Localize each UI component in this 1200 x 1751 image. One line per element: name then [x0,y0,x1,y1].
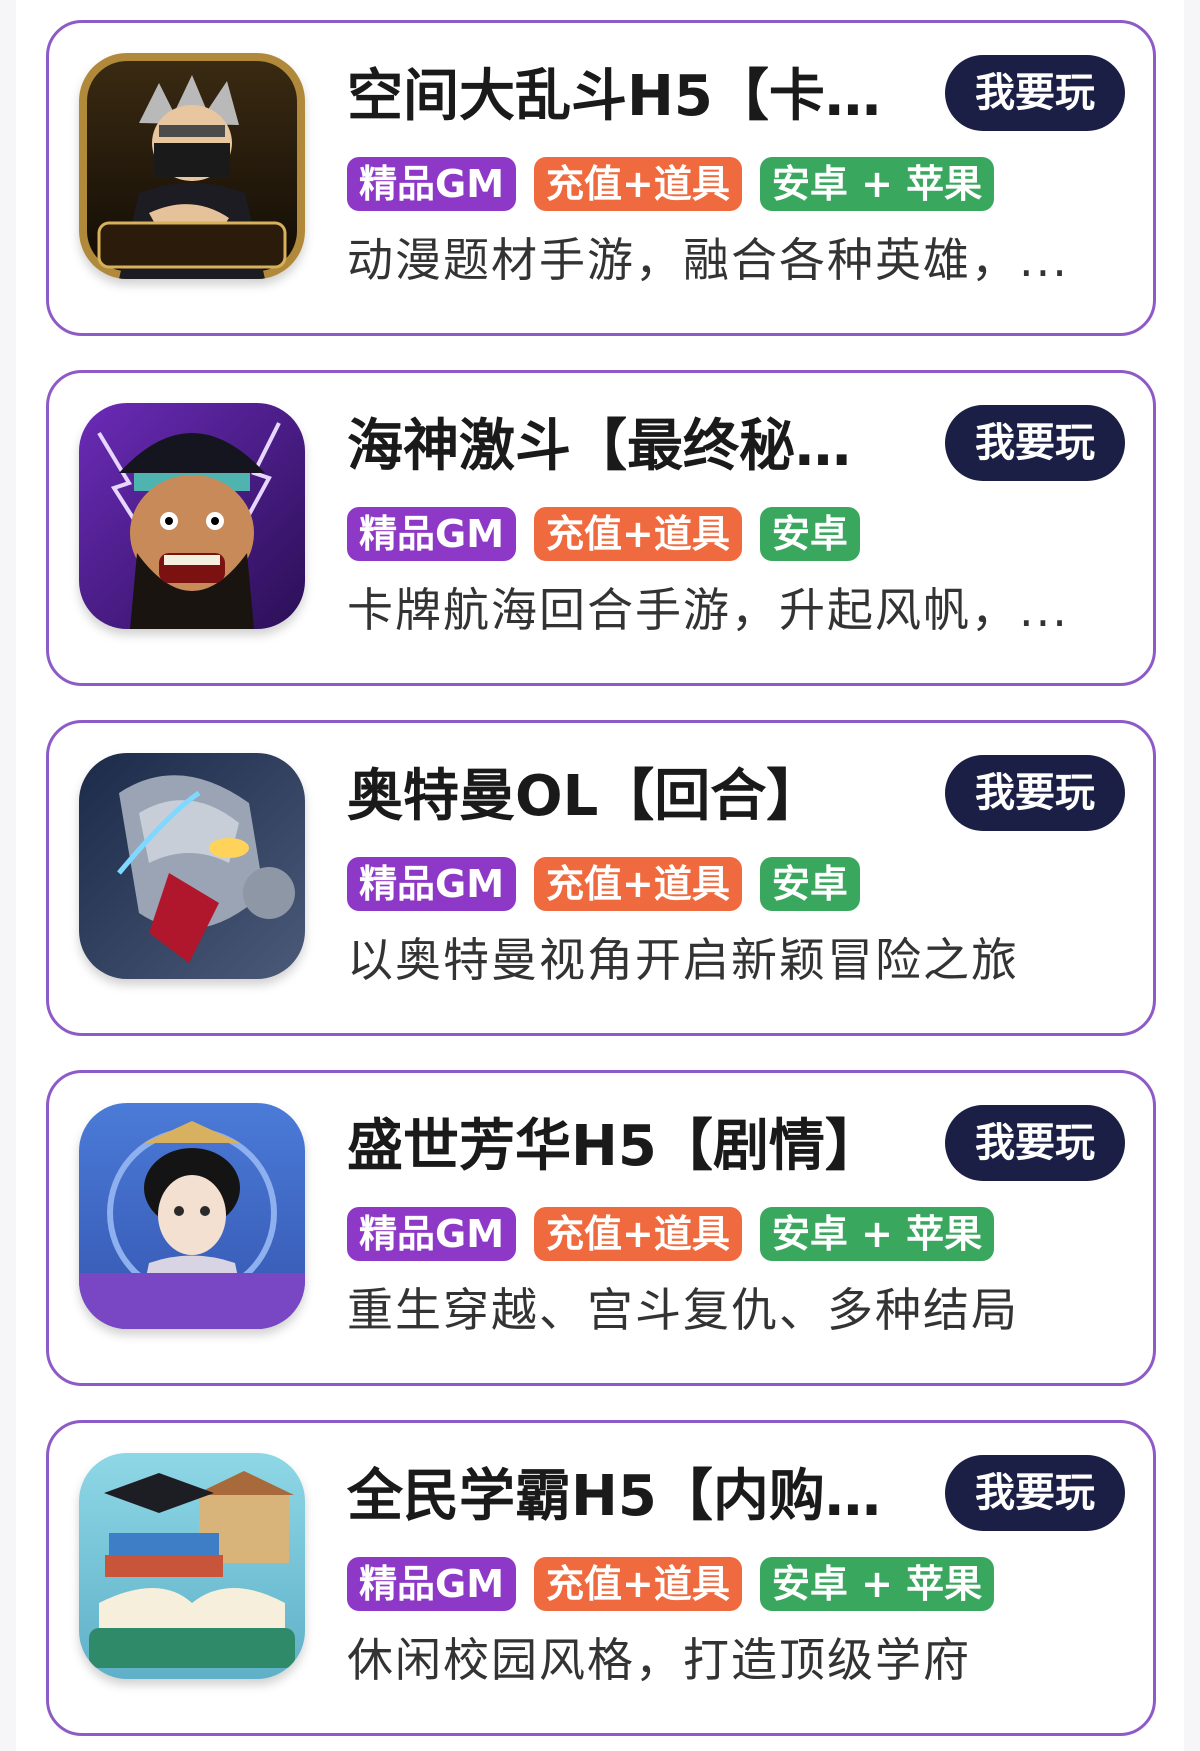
tag-gm: 精品GM [347,857,517,911]
play-button[interactable]: 我要玩 [945,1105,1125,1181]
play-button[interactable]: 我要玩 [945,1455,1125,1531]
game-title: 海神激斗【最终秘宝】 [347,414,887,479]
game-description: 休闲校园风格，打造顶级学府 [347,1633,971,1687]
play-button[interactable]: 我要玩 [945,405,1125,481]
tag-list: 精品GM 充值+道具 安卓 + 苹果 [347,157,995,211]
game-title: 空间大乱斗H5【卡... [347,64,887,129]
game-description: 以奥特曼视角开启新颖冒险之旅 [347,933,1019,987]
tag-gm: 精品GM [347,507,517,561]
palace-game-icon[interactable] [79,1103,305,1329]
game-title: 奥特曼OL【回合】 [347,764,823,829]
pirate-game-icon[interactable] [79,403,305,629]
tag-platform: 安卓 + 苹果 [759,1557,995,1611]
tag-recharge: 充值+道具 [534,157,742,211]
tag-gm: 精品GM [347,1207,517,1261]
tag-platform: 安卓 [759,857,860,911]
tag-recharge: 充值+道具 [534,1557,742,1611]
play-button[interactable]: 我要玩 [945,55,1125,131]
game-description: 重生穿越、宫斗复仇、多种结局 [347,1283,1019,1337]
tag-list: 精品GM 充值+道具 安卓 [347,507,860,561]
game-description: 卡牌航海回合手游，升起风帆，... [347,583,1069,637]
game-title: 盛世芳华H5【剧情】 [347,1114,881,1179]
game-title: 全民学霸H5【内购... [347,1464,887,1529]
game-list: 空间大乱斗H5【卡... 我要玩 精品GM 充值+道具 安卓 + 苹果 动漫题材… [46,20,1156,1736]
tag-platform: 安卓 + 苹果 [759,1207,995,1261]
ninja-game-icon[interactable] [79,53,305,279]
school-game-icon[interactable] [79,1453,305,1679]
game-card[interactable]: 盛世芳华H5【剧情】 我要玩 精品GM 充值+道具 安卓 + 苹果 重生穿越、宫… [46,1070,1156,1386]
game-list-page: 空间大乱斗H5【卡... 我要玩 精品GM 充值+道具 安卓 + 苹果 动漫题材… [16,0,1184,1751]
tag-list: 精品GM 充值+道具 安卓 [347,857,860,911]
tag-gm: 精品GM [347,1557,517,1611]
game-card[interactable]: 海神激斗【最终秘宝】 我要玩 精品GM 充值+道具 安卓 卡牌航海回合手游，升起… [46,370,1156,686]
game-description: 动漫题材手游，融合各种英雄，... [347,233,1069,287]
ultraman-game-icon[interactable] [79,753,305,979]
tag-recharge: 充值+道具 [534,1207,742,1261]
tag-platform: 安卓 + 苹果 [759,157,995,211]
game-card[interactable]: 空间大乱斗H5【卡... 我要玩 精品GM 充值+道具 安卓 + 苹果 动漫题材… [46,20,1156,336]
tag-recharge: 充值+道具 [534,507,742,561]
tag-gm: 精品GM [347,157,517,211]
tag-list: 精品GM 充值+道具 安卓 + 苹果 [347,1557,995,1611]
game-card[interactable]: 奥特曼OL【回合】 我要玩 精品GM 充值+道具 安卓 以奥特曼视角开启新颖冒险… [46,720,1156,1036]
play-button[interactable]: 我要玩 [945,755,1125,831]
tag-platform: 安卓 [759,507,860,561]
game-card[interactable]: 全民学霸H5【内购... 我要玩 精品GM 充值+道具 安卓 + 苹果 休闲校园… [46,1420,1156,1736]
tag-list: 精品GM 充值+道具 安卓 + 苹果 [347,1207,995,1261]
tag-recharge: 充值+道具 [534,857,742,911]
